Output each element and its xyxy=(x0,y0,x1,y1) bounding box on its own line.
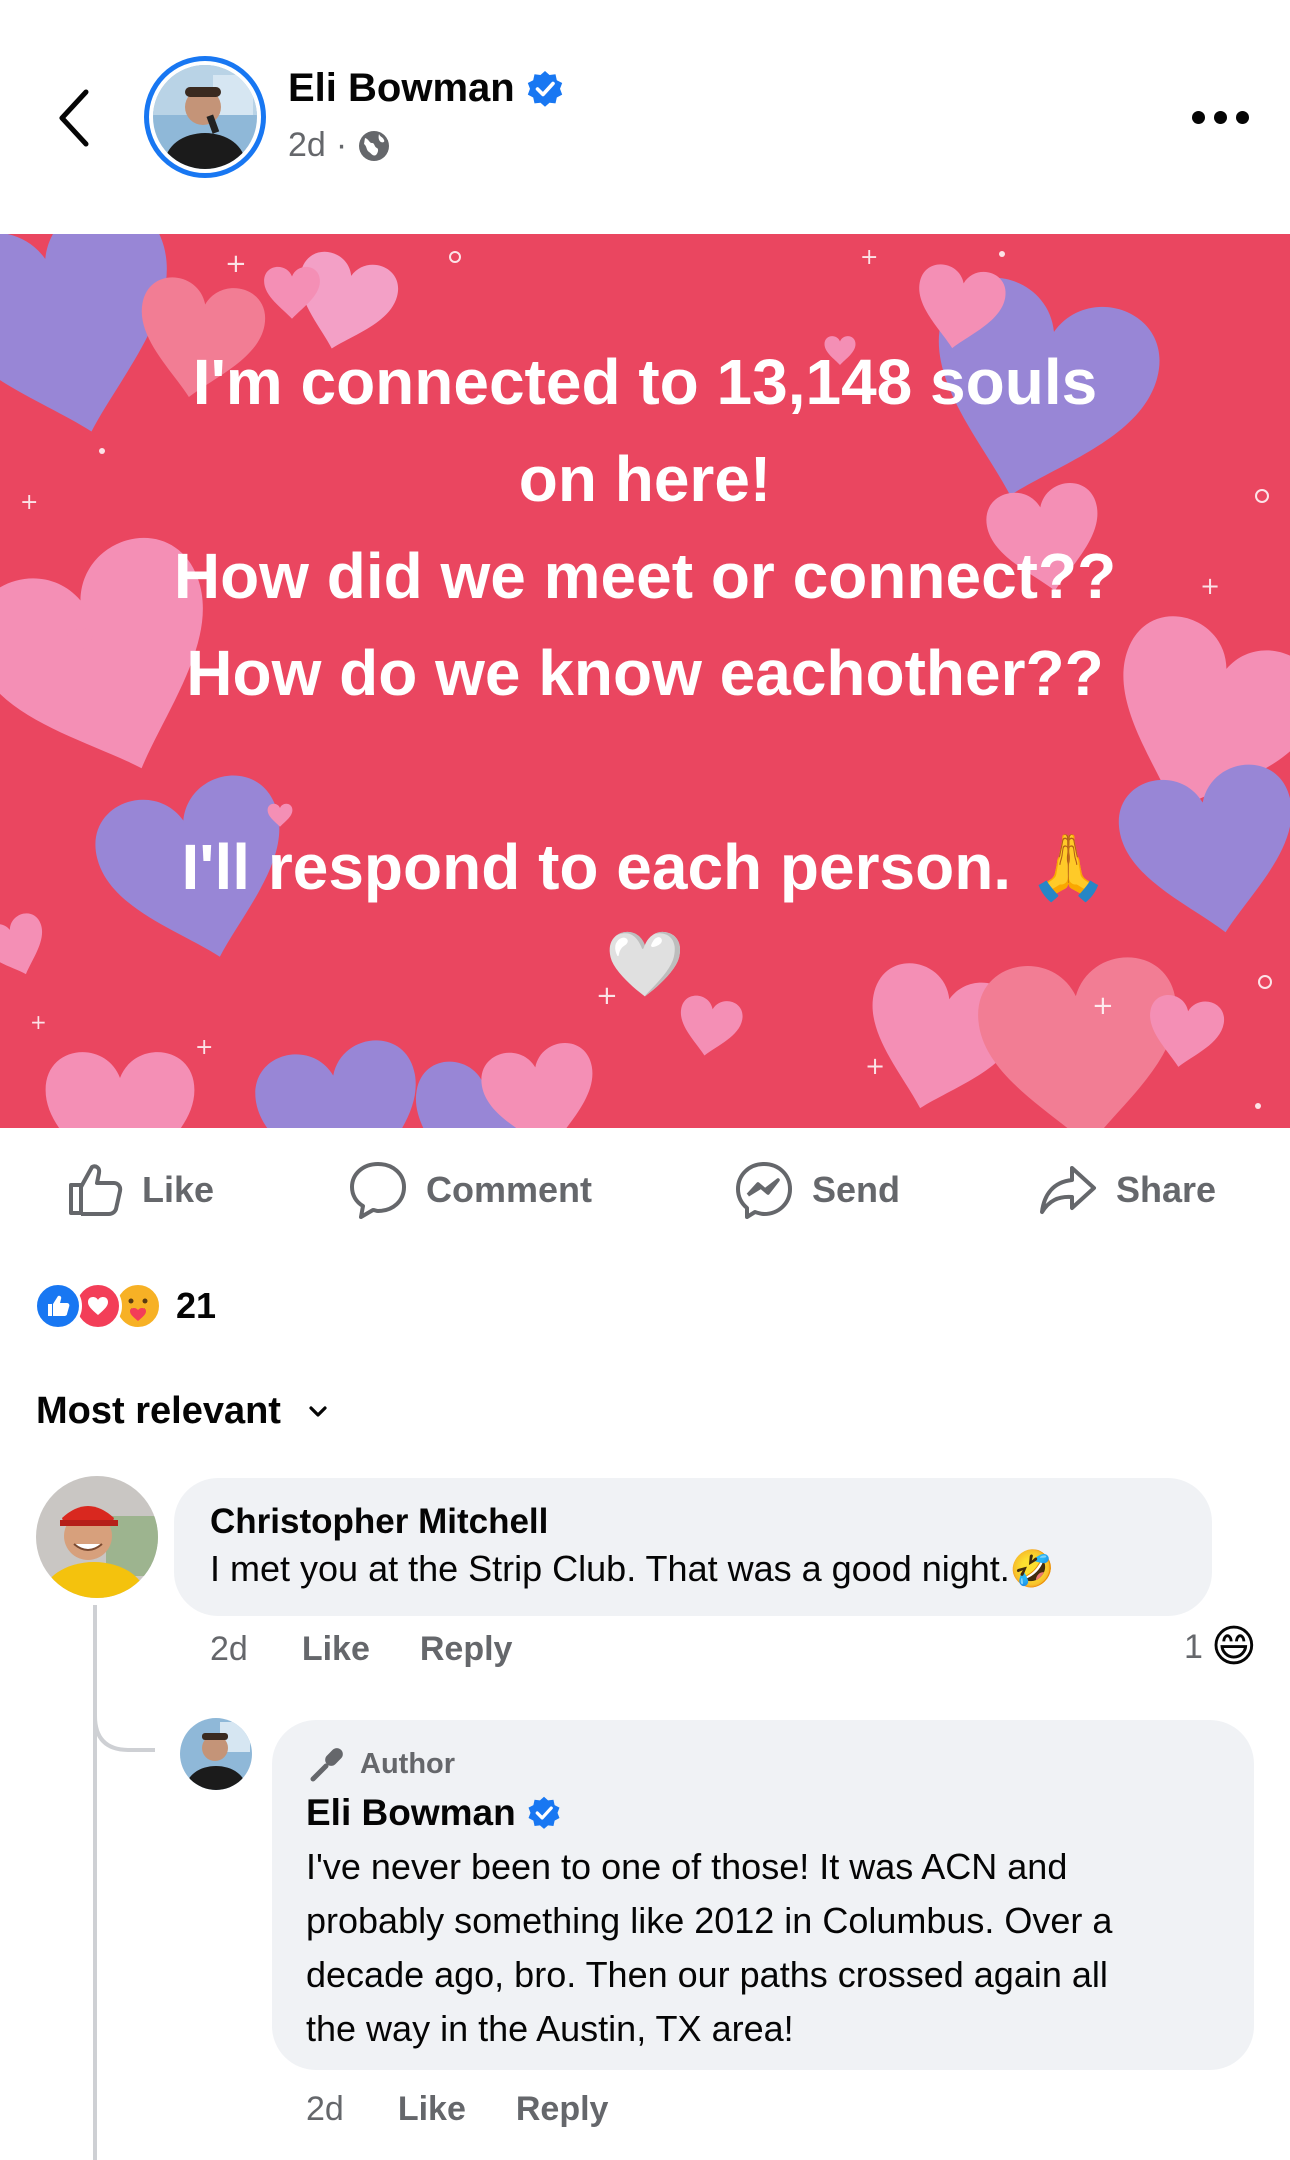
svg-text:+: + xyxy=(225,249,247,279)
comment-time[interactable]: 2d xyxy=(210,1630,248,1669)
post-time[interactable]: 2d xyxy=(288,126,326,165)
back-button[interactable] xyxy=(44,78,104,158)
svg-text:+: + xyxy=(30,1010,47,1034)
commenter-avatar[interactable] xyxy=(36,1476,158,1598)
comment-bubble-icon xyxy=(350,1162,406,1219)
post-meta: 2d · xyxy=(288,126,391,165)
author-badge: Author xyxy=(308,1744,455,1784)
thread-line xyxy=(93,1605,97,2160)
comment-reaction-summary[interactable]: 1 😄 xyxy=(1184,1622,1257,1672)
comment-bubble[interactable] xyxy=(174,1478,1212,1616)
comment-text: I met you at the Strip Club. That was a … xyxy=(210,1548,1055,1589)
comment-reply-button[interactable]: Reply xyxy=(420,1630,513,1669)
svg-text:+: + xyxy=(865,1052,885,1080)
verified-badge-icon xyxy=(527,70,562,107)
svg-text:+: + xyxy=(195,1035,213,1060)
commenter-name[interactable]: Christopher Mitchell xyxy=(210,1502,548,1542)
chevron-down-icon xyxy=(309,1405,327,1417)
post-line-blank xyxy=(0,722,1290,819)
reply-meta: 2d Like Reply xyxy=(306,2090,608,2129)
messenger-icon xyxy=(736,1162,792,1219)
post-image[interactable]: + + + + + + + + + I'm connected to 13,14… xyxy=(0,234,1290,1128)
post-line-heart: 🤍 xyxy=(605,928,685,1000)
reply-reply-button[interactable]: Reply xyxy=(516,2090,609,2129)
thread-connector xyxy=(93,1690,155,1752)
like-button[interactable]: Like xyxy=(66,1158,214,1222)
comment-meta: 2d Like Reply xyxy=(210,1630,512,1669)
more-options-button[interactable] xyxy=(1180,92,1260,142)
author-name[interactable]: Eli Bowman xyxy=(288,66,565,111)
reply-author-name[interactable]: Eli Bowman xyxy=(306,1792,562,1834)
back-chevron-icon xyxy=(59,89,89,147)
verified-badge-icon xyxy=(528,1796,560,1829)
reply-text: I've never been to one of those! It was … xyxy=(306,1846,1113,2049)
laughing-emoji-icon: 😄 xyxy=(1210,1622,1257,1671)
reaction-summary[interactable]: 21 xyxy=(34,1282,216,1330)
svg-text:+: + xyxy=(860,245,878,270)
comment-button[interactable]: Comment xyxy=(348,1158,592,1222)
microphone-icon xyxy=(310,1748,343,1782)
share-button[interactable]: Share xyxy=(1038,1158,1216,1222)
author-avatar[interactable] xyxy=(144,56,266,178)
send-button[interactable]: Send xyxy=(734,1158,900,1222)
meta-separator: · xyxy=(335,126,348,164)
comment-sort-dropdown[interactable]: Most relevant xyxy=(36,1390,329,1433)
post-line: I'll respond to each person. 🙏 xyxy=(181,831,1109,903)
like-reaction-icon xyxy=(34,1282,82,1330)
post-text: I'm connected to 13,148 souls on here! H… xyxy=(0,334,1290,1013)
post-line: on here! xyxy=(518,443,772,515)
reply-like-button[interactable]: Like xyxy=(398,2090,466,2129)
thumbs-up-icon xyxy=(69,1164,123,1216)
reply-author-avatar[interactable] xyxy=(180,1718,252,1790)
post-line: How do we know eachother?? xyxy=(186,637,1104,709)
post-line: I'm connected to 13,148 souls xyxy=(192,346,1098,418)
comment-like-button[interactable]: Like xyxy=(302,1630,370,1669)
share-arrow-icon xyxy=(1040,1166,1096,1214)
reaction-count[interactable]: 21 xyxy=(176,1285,216,1327)
globe-icon xyxy=(359,130,390,161)
comment-reaction-count: 1 xyxy=(1184,1627,1203,1666)
more-dots-icon xyxy=(1191,110,1205,124)
post-line: How did we meet or connect?? xyxy=(173,540,1117,612)
reply-time[interactable]: 2d xyxy=(306,2090,344,2129)
